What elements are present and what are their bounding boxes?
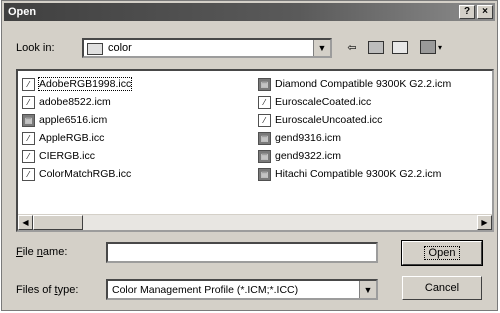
profile-icon: ▤ <box>258 149 271 163</box>
look-in-value: color <box>108 42 132 54</box>
file-name: EuroscaleUncoated.icc <box>275 114 383 126</box>
file-name: apple6516.icm <box>39 114 108 126</box>
file-item[interactable]: ▤ gend9316.icm <box>258 129 451 147</box>
file-name-input[interactable] <box>106 242 378 263</box>
file-name: ColorMatchRGB.icc <box>39 168 132 180</box>
window-title: Open <box>8 6 37 18</box>
page-icon: ⁄ <box>258 113 271 127</box>
file-name: gend9316.icm <box>275 132 341 144</box>
file-column-right: ▤ Diamond Compatible 9300K G2.2.icm ⁄ Euros… <box>258 75 451 183</box>
file-type-value: Color Management Profile (*.ICM;*.ICC) <box>112 284 299 296</box>
scroll-left-icon[interactable]: ◀ <box>18 215 33 230</box>
page-icon: ⁄ <box>22 149 35 163</box>
profile-icon: ▤ <box>258 167 271 181</box>
help-button[interactable]: ? <box>459 5 475 19</box>
file-item[interactable]: ⁄ EuroscaleCoated.icc <box>258 93 451 111</box>
file-item[interactable]: ▤ Diamond Compatible 9300K G2.2.icm <box>258 75 451 93</box>
file-item[interactable]: ⁄ ColorMatchRGB.icc <box>22 165 131 183</box>
file-type-select[interactable]: Color Management Profile (*.ICM;*.ICC) ▼ <box>106 279 378 300</box>
file-name: AppleRGB.icc <box>39 132 105 144</box>
page-icon: ⁄ <box>22 131 35 145</box>
chevron-down-icon[interactable]: ▼ <box>313 40 330 56</box>
look-in-label: Look in: <box>16 42 55 54</box>
file-item[interactable]: ▤ gend9322.icm <box>258 147 451 165</box>
page-icon: ⁄ <box>22 95 35 109</box>
file-item[interactable]: ⁄ AppleRGB.icc <box>22 129 131 147</box>
file-name: EuroscaleCoated.icc <box>275 96 372 108</box>
up-folder-icon[interactable] <box>366 38 386 56</box>
close-button[interactable]: × <box>477 5 493 19</box>
back-icon[interactable]: ⇦ <box>342 38 362 56</box>
file-name: gend9322.icm <box>275 150 341 162</box>
file-name: Diamond Compatible 9300K G2.2.icm <box>275 78 452 90</box>
file-name: AdobeRGB1998.icc <box>37 77 133 91</box>
scroll-right-icon[interactable]: ▶ <box>477 215 492 230</box>
title-bar[interactable]: Open ? × <box>4 3 495 21</box>
file-name: Hitachi Compatible 9300K G2.2.icm <box>275 168 442 180</box>
page-icon: ⁄ <box>258 95 271 109</box>
open-dialog: Open ? × Look in: color ▼ ⇦ ▾ ⁄ AdobeRGB1… <box>1 0 498 311</box>
open-button[interactable]: Open <box>401 240 483 266</box>
file-type-label: Files of type: <box>16 284 79 296</box>
file-item[interactable]: ⁄ adobe8522.icm <box>22 93 131 111</box>
file-list[interactable]: ⁄ AdobeRGB1998.icc ⁄ adobe8522.icm ▤ apple651… <box>16 69 494 232</box>
file-item[interactable]: ⁄ AdobeRGB1998.icc <box>22 75 133 93</box>
file-item[interactable]: ▤ Hitachi Compatible 9300K G2.2.icm <box>258 165 451 183</box>
cancel-button[interactable]: Cancel <box>402 276 482 300</box>
file-name: CIERGB.icc <box>39 150 96 162</box>
page-icon: ⁄ <box>22 167 35 181</box>
profile-icon: ▤ <box>258 131 271 145</box>
file-column-left: ⁄ AdobeRGB1998.icc ⁄ adobe8522.icm ▤ apple651… <box>22 75 133 183</box>
page-icon: ⁄ <box>22 77 35 91</box>
look-in-combo[interactable]: color ▼ <box>82 38 332 58</box>
folder-icon <box>87 43 103 55</box>
scroll-thumb[interactable] <box>33 215 83 230</box>
file-name-label: File name: <box>16 246 68 258</box>
profile-icon: ▤ <box>22 113 35 127</box>
file-item[interactable]: ⁄ EuroscaleUncoated.icc <box>258 111 451 129</box>
chevron-down-icon[interactable]: ▼ <box>359 281 376 298</box>
view-menu-icon[interactable]: ▾ <box>416 38 446 56</box>
file-item[interactable]: ▤ apple6516.icm <box>22 111 131 129</box>
file-name: adobe8522.icm <box>39 96 111 108</box>
horizontal-scrollbar[interactable]: ◀ ▶ <box>18 214 492 230</box>
file-item[interactable]: ⁄ CIERGB.icc <box>22 147 131 165</box>
new-folder-icon[interactable] <box>390 38 410 56</box>
profile-icon: ▤ <box>258 77 271 91</box>
